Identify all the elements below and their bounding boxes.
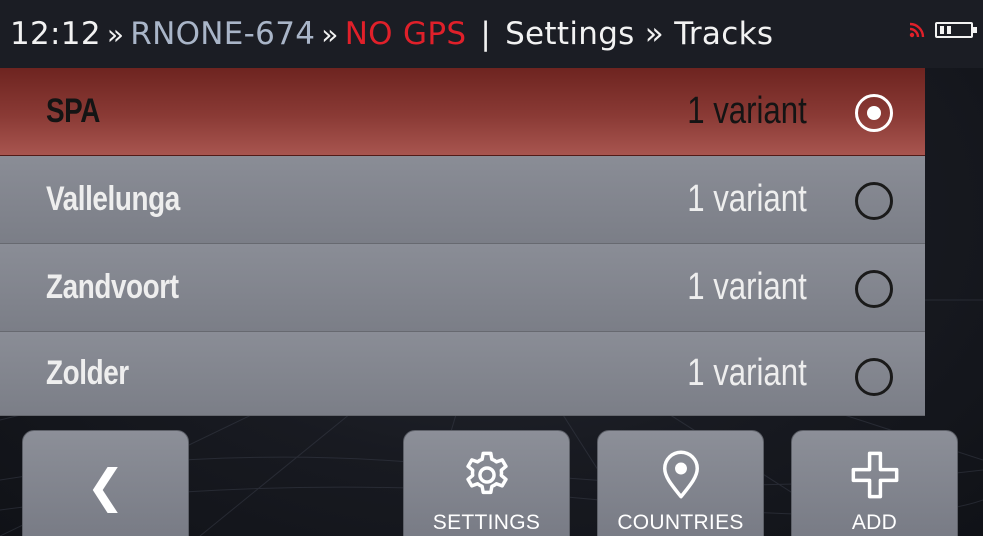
track-name: Vallelunga <box>46 180 180 218</box>
plus-icon <box>851 451 898 499</box>
track-row-vallelunga[interactable]: Vallelunga 1 variant <box>0 156 925 244</box>
add-button[interactable]: ADD <box>791 430 958 536</box>
track-variant-count: 1 variant <box>687 178 807 220</box>
settings-button[interactable]: SETTINGS <box>403 430 570 536</box>
status-bar: 12:12 » RNONE-674 » NO GPS | Settings » … <box>0 0 983 68</box>
track-row-spa[interactable]: SPA 1 variant <box>0 68 925 156</box>
gear-icon <box>465 451 508 495</box>
back-chevron-icon: ❮ <box>86 459 125 513</box>
clock: 12:12 <box>10 16 101 52</box>
track-name: Zandvoort <box>46 268 179 306</box>
add-button-label: ADD <box>851 511 898 534</box>
breadcrumb: Settings » Tracks <box>505 16 774 52</box>
radio-selected-icon[interactable] <box>855 94 893 132</box>
radio-unselected-icon[interactable] <box>855 270 893 308</box>
track-variant-count: 1 variant <box>687 90 807 132</box>
settings-button-label: SETTINGS <box>432 511 541 534</box>
track-variant-count: 1 variant <box>687 352 807 394</box>
back-button[interactable]: ❮ <box>22 430 189 536</box>
track-name: Zolder <box>46 354 129 392</box>
location-pin-icon <box>662 450 699 499</box>
tracks-screen: 12:12 » RNONE-674 » NO GPS | Settings » … <box>0 0 983 536</box>
rss-signal-icon <box>909 22 925 38</box>
countries-button-label: COUNTRIES <box>617 511 744 534</box>
title-divider: | <box>480 16 492 52</box>
radio-unselected-icon[interactable] <box>855 182 893 220</box>
status-icons <box>909 22 977 38</box>
radio-unselected-icon[interactable] <box>855 358 893 396</box>
track-variant-count: 1 variant <box>687 266 807 308</box>
breadcrumb-separator: » <box>106 17 125 51</box>
track-list: SPA 1 variant Vallelunga 1 variant Zandv… <box>0 68 925 416</box>
breadcrumb-separator: » <box>321 17 339 51</box>
gps-status: NO GPS <box>344 16 467 52</box>
battery-icon <box>935 22 977 38</box>
countries-button[interactable]: COUNTRIES <box>597 430 764 536</box>
track-row-zandvoort[interactable]: Zandvoort 1 variant <box>0 244 925 332</box>
track-name: SPA <box>46 92 101 130</box>
device-id: RNONE-674 <box>130 16 316 52</box>
track-row-zolder[interactable]: Zolder 1 variant <box>0 332 925 416</box>
